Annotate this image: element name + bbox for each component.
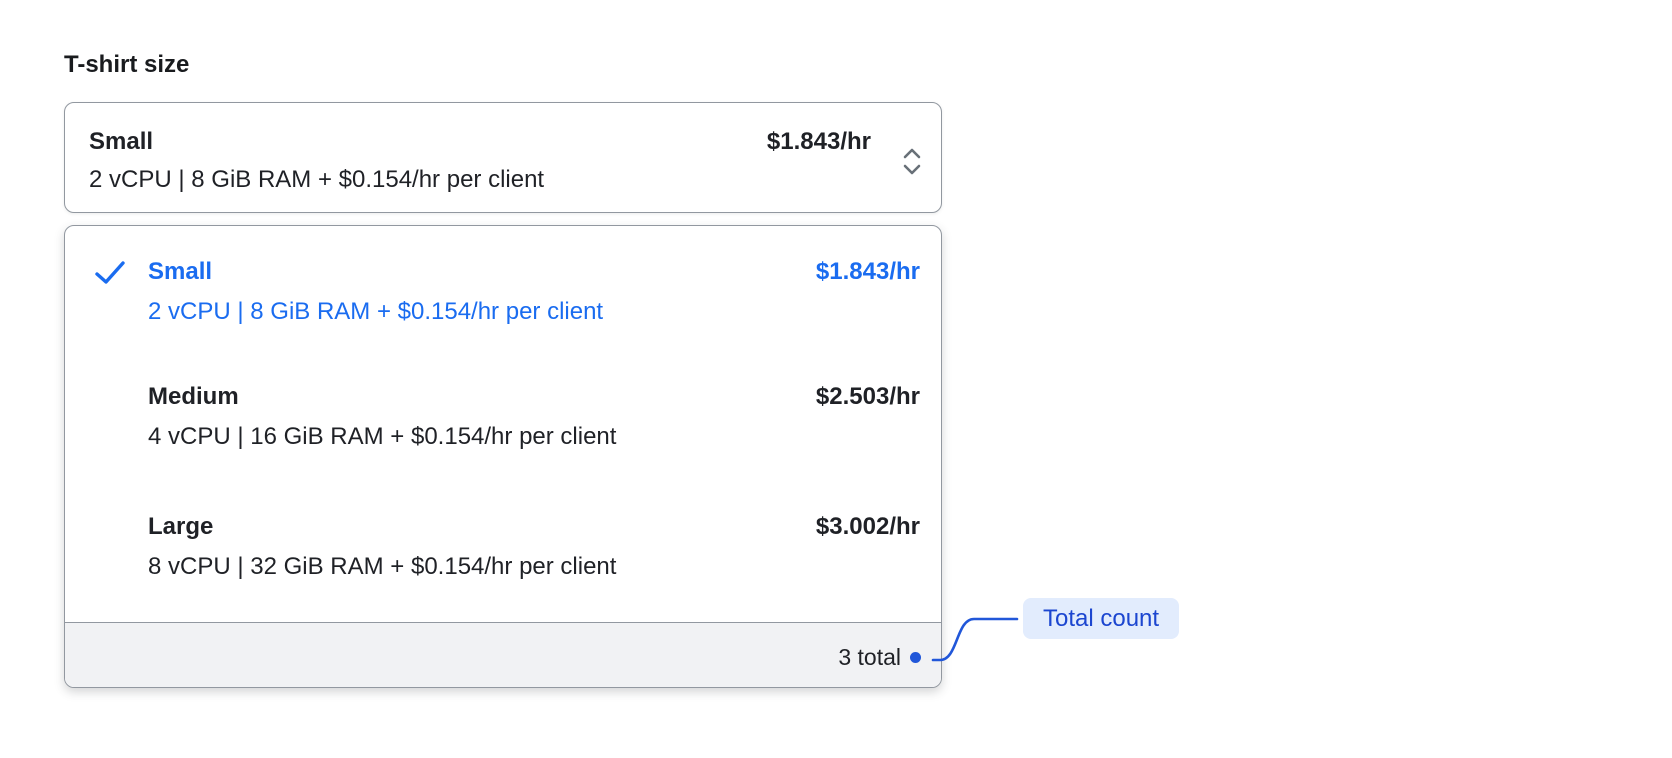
field-label: T-shirt size — [64, 51, 190, 78]
option-description: 4 vCPU | 16 GiB RAM + $0.154/hr per clie… — [148, 423, 617, 450]
option-price: $1.843/hr — [815, 258, 920, 285]
annotation-dot — [910, 651, 921, 663]
annotation-label: Total count — [1043, 604, 1160, 632]
selected-option-name: Small — [89, 128, 154, 155]
option-medium[interactable]: Medium $2.503/hr 4 vCPU | 16 GiB RAM + $… — [65, 381, 941, 453]
option-price: $3.002/hr — [815, 513, 920, 540]
option-description: 2 vCPU | 8 GiB RAM + $0.154/hr per clien… — [148, 298, 604, 325]
checkmark-icon — [95, 261, 125, 284]
option-large[interactable]: Large $3.002/hr 8 vCPU | 32 GiB RAM + $0… — [65, 511, 941, 583]
option-price: $2.503/hr — [815, 383, 920, 410]
chevron-up-down-icon[interactable] — [903, 148, 921, 175]
option-description: 8 vCPU | 32 GiB RAM + $0.154/hr per clie… — [148, 553, 617, 580]
selected-option-description: 2 vCPU | 8 GiB RAM + $0.154/hr per clien… — [89, 166, 545, 193]
dropdown-listbox: Small $1.843/hr 2 vCPU | 8 GiB RAM + $0.… — [64, 225, 942, 688]
tshirt-size-select[interactable]: Small $1.843/hr 2 vCPU | 8 GiB RAM + $0.… — [64, 102, 942, 213]
annotation-badge: Total count — [1023, 598, 1180, 639]
option-small[interactable]: Small $1.843/hr 2 vCPU | 8 GiB RAM + $0.… — [65, 256, 941, 328]
listbox-footer: 3 total — [65, 622, 941, 687]
options-list: Small $1.843/hr 2 vCPU | 8 GiB RAM + $0.… — [65, 226, 941, 623]
total-count-text: 3 total — [838, 643, 901, 670]
page: T-shirt size Small $1.843/hr 2 vCPU | 8 … — [0, 0, 1672, 758]
selected-option-price: $1.843/hr — [766, 128, 871, 155]
